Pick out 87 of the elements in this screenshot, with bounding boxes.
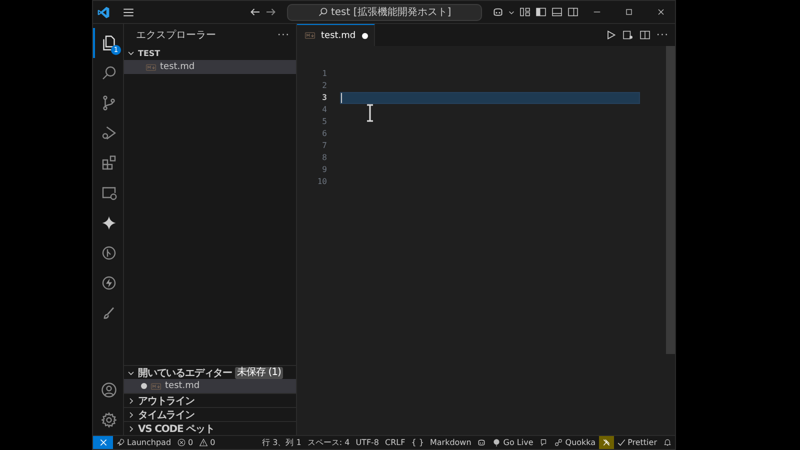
back-arrow-icon[interactable]: [249, 6, 262, 18]
menu-icon[interactable]: [122, 6, 135, 18]
section-header[interactable]: タイムライン: [124, 407, 296, 421]
run-icon[interactable]: [605, 29, 618, 41]
warning-icon: [199, 438, 208, 447]
section-title: VS CODE ペット: [138, 422, 214, 436]
layout-icon[interactable]: [519, 6, 531, 18]
command-center[interactable]: test [拡張機能開発ホスト]: [287, 4, 482, 20]
account-icon: [100, 381, 118, 399]
status-item[interactable]: 行 3、列 1: [259, 436, 304, 449]
forward-arrow-icon[interactable]: [265, 6, 278, 18]
remote-indicator[interactable]: [93, 436, 113, 449]
error-icon: [177, 438, 186, 447]
section-title: 開いているエディター: [138, 366, 232, 380]
status-item[interactable]: Go Live: [489, 436, 536, 449]
line-number: 6: [322, 128, 327, 140]
status-item[interactable]: Quokka: [551, 436, 599, 449]
status-item[interactable]: 0: [196, 436, 218, 449]
file-name: test.md: [165, 381, 200, 391]
chevron-icon: [127, 368, 135, 376]
tab-label: test.md: [321, 30, 356, 40]
file-item[interactable]: test.md: [124, 60, 296, 74]
status-item[interactable]: [598, 436, 614, 449]
primary-sidebar-icon[interactable]: [535, 6, 547, 18]
broadcast-icon: [492, 438, 502, 447]
status-item[interactable]: Launchpad: [113, 436, 174, 449]
markdown-file-icon: [146, 64, 156, 70]
close-icon[interactable]: [656, 7, 666, 17]
editor-tab[interactable]: test.md: [297, 24, 375, 46]
status-item[interactable]: CRLF: [382, 436, 408, 449]
line-number: 4: [322, 104, 327, 116]
line-number: 3: [322, 92, 327, 104]
line-number: 2: [322, 80, 327, 92]
secondary-sidebar-icon[interactable]: [567, 6, 579, 18]
pin-icon: [602, 438, 611, 447]
section-title: タイムライン: [138, 408, 194, 422]
more-actions[interactable]: ···: [656, 30, 669, 40]
rocket-icon: [116, 438, 125, 447]
copilot-icon[interactable]: [492, 6, 504, 18]
markdown-file-icon: [151, 382, 161, 390]
section-header[interactable]: アウトライン: [124, 393, 296, 407]
status-item[interactable]: 0: [174, 436, 196, 449]
mouse-cursor-icon: [365, 104, 375, 122]
status-item[interactable]: Markdown: [426, 436, 474, 449]
git-circle-icon: [100, 244, 118, 262]
link-icon: [554, 438, 564, 447]
line-number: 1: [322, 68, 327, 80]
vscode-logo-icon: [97, 6, 110, 18]
bolt-icon: [100, 274, 118, 292]
line-number: 8: [322, 152, 327, 164]
sparkle-icon: [100, 214, 118, 232]
folder-row[interactable]: TEST: [124, 46, 296, 60]
chevron-down-icon[interactable]: [508, 8, 515, 16]
line-number: 9: [322, 164, 327, 176]
remote-icon: [98, 438, 108, 447]
run-debug-icon: [100, 124, 118, 142]
status-item[interactable]: スペース: 4: [304, 436, 353, 449]
more-actions[interactable]: ···: [277, 30, 290, 40]
folder-name: TEST: [138, 48, 160, 58]
line-number: 7: [322, 140, 327, 152]
preview-icon[interactable]: [622, 29, 634, 41]
status-item[interactable]: { }: [408, 436, 427, 449]
panel-icon[interactable]: [551, 6, 563, 18]
settings-icon: [100, 411, 118, 429]
line-number: 10: [317, 176, 327, 188]
search-icon: [318, 7, 328, 17]
unsaved-badge: 未保存 (1): [235, 366, 283, 378]
check-icon: [616, 438, 626, 447]
sidebar-title: エクスプローラー: [136, 28, 216, 42]
line-number: 5: [322, 116, 327, 128]
search-icon: [100, 64, 118, 82]
extensions-icon: [100, 154, 118, 172]
status-item[interactable]: Prettier: [614, 436, 660, 449]
feedback-icon: [539, 438, 548, 447]
bell-icon: [663, 438, 672, 447]
scrollbar[interactable]: [666, 46, 675, 354]
maximize-icon[interactable]: [624, 7, 634, 17]
monitor-icon: [100, 184, 118, 202]
copilot-icon: [477, 438, 486, 447]
markdown-file-icon: [305, 32, 315, 39]
files-icon: [100, 34, 118, 52]
text-cursor: [341, 93, 342, 103]
section-title: アウトライン: [138, 394, 194, 408]
split-editor-icon[interactable]: [639, 29, 652, 41]
status-item[interactable]: UTF-8: [352, 436, 382, 449]
open-editor-item[interactable]: test.md: [124, 379, 296, 393]
branch-icon: [100, 94, 118, 112]
